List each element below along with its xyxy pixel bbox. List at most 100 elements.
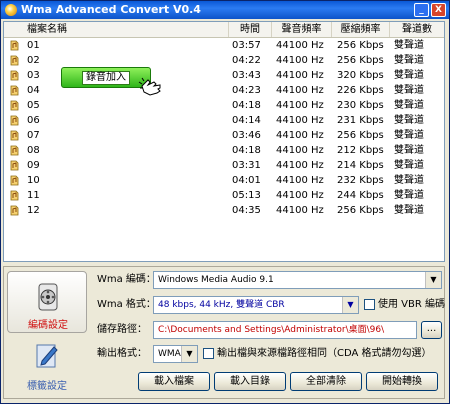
film-icon: [38, 283, 58, 311]
cell-name: 12: [27, 205, 40, 216]
outfmt-select[interactable]: WMA ▼: [153, 345, 198, 363]
cell-bitrate: 226 Kbps: [337, 85, 384, 96]
drag-label-text: 錄音加入: [82, 71, 130, 85]
chevron-down-icon[interactable]: ▼: [342, 297, 358, 313]
cell-bitrate: 244 Kbps: [337, 190, 384, 201]
cell-channels: 雙聲道: [394, 175, 424, 186]
cell-time: 04:22: [232, 55, 261, 66]
file-list[interactable]: 檔案名稱 時間 聲音頻率 壓縮頻率 聲道數 01 03:57 44100 Hz 256…: [3, 21, 445, 262]
cell-bitrate: 232 Kbps: [337, 175, 384, 186]
cell-bitrate: 256 Kbps: [337, 55, 384, 66]
cell-time: 04:01: [232, 175, 261, 186]
format-value: 48 kbps, 44 kHz, 雙聲道 CBR: [158, 300, 285, 310]
table-row[interactable]: 02 04:22 44100 Hz 256 Kbps 雙聲道: [4, 53, 444, 68]
cell-channels: 雙聲道: [394, 190, 424, 201]
cell-channels: 雙聲道: [394, 145, 424, 156]
cell-time: 03:31: [232, 160, 261, 171]
table-row[interactable]: 08 04:18 44100 Hz 212 Kbps 雙聲道: [4, 143, 444, 158]
cell-samplerate: 44100 Hz: [276, 70, 324, 81]
cell-time: 03:43: [232, 70, 261, 81]
table-row[interactable]: 09 03:31 44100 Hz 214 Kbps 雙聲道: [4, 158, 444, 173]
start-convert-button[interactable]: 開始轉換: [366, 372, 438, 391]
cell-name: 07: [27, 130, 40, 141]
add-directory-button[interactable]: 載入目錄: [214, 372, 286, 391]
cell-samplerate: 44100 Hz: [276, 100, 324, 111]
tag-settings-tab[interactable]: 標籤設定: [7, 333, 87, 395]
cell-name: 10: [27, 175, 40, 186]
cell-channels: 雙聲道: [394, 205, 424, 216]
clear-all-button[interactable]: 全部清除: [290, 372, 362, 391]
cell-samplerate: 44100 Hz: [276, 85, 324, 96]
cell-bitrate: 256 Kbps: [337, 130, 384, 141]
cell-name: 06: [27, 115, 40, 126]
cell-bitrate: 231 Kbps: [337, 115, 384, 126]
table-row[interactable]: 01 03:57 44100 Hz 256 Kbps 雙聲道: [4, 38, 444, 53]
list-header: 檔案名稱 時間 聲音頻率 壓縮頻率 聲道數: [4, 22, 444, 38]
path-field[interactable]: C:\Documents and Settings\Administrator\…: [153, 321, 417, 339]
app-icon: [5, 4, 17, 16]
table-row[interactable]: 12 04:35 44100 Hz 256 Kbps 雙聲道: [4, 203, 444, 218]
cell-channels: 雙聲道: [394, 55, 424, 66]
cell-samplerate: 44100 Hz: [276, 55, 324, 66]
cell-name: 04: [27, 85, 40, 96]
path-label: 儲存路徑：: [97, 324, 147, 335]
audio-file-icon: [10, 55, 19, 66]
cell-time: 04:14: [232, 115, 261, 126]
window-title: Wma Advanced Convert V0.4: [21, 3, 201, 16]
cell-bitrate: 230 Kbps: [337, 100, 384, 111]
close-button[interactable]: X: [431, 3, 446, 17]
minimize-button[interactable]: _: [414, 3, 429, 17]
vbr-checkbox[interactable]: [364, 299, 375, 310]
add-file-button[interactable]: 載入檔案: [138, 372, 210, 391]
col-time-header[interactable]: 時間: [229, 22, 272, 37]
table-row[interactable]: 11 05:13 44100 Hz 244 Kbps 雙聲道: [4, 188, 444, 203]
col-channels-header[interactable]: 聲道數: [390, 22, 444, 37]
cell-samplerate: 44100 Hz: [276, 115, 324, 126]
table-row[interactable]: 10 04:01 44100 Hz 232 Kbps 雙聲道: [4, 173, 444, 188]
browse-button[interactable]: ...: [421, 321, 442, 339]
codec-select[interactable]: Windows Media Audio 9.1 ▼: [153, 271, 442, 289]
side-nav: 編碼設定 標籤設定: [7, 271, 87, 395]
cell-samplerate: 44100 Hz: [276, 145, 324, 156]
table-row[interactable]: 05 04:18 44100 Hz 230 Kbps 雙聲道: [4, 98, 444, 113]
cell-name: 02: [27, 55, 40, 66]
vbr-label: 使用 VBR 編碼: [378, 299, 446, 310]
col-samplerate-header[interactable]: 聲音頻率: [272, 22, 332, 37]
format-label: Wma 格式：: [97, 299, 156, 310]
cell-bitrate: 320 Kbps: [337, 70, 384, 81]
audio-file-icon: [10, 40, 19, 51]
cell-channels: 雙聲道: [394, 70, 424, 81]
audio-file-icon: [10, 115, 19, 126]
audio-file-icon: [10, 205, 19, 216]
encode-settings-tab[interactable]: 編碼設定: [7, 271, 87, 333]
cell-samplerate: 44100 Hz: [276, 130, 324, 141]
audio-file-icon: [10, 130, 19, 141]
table-row[interactable]: 07 03:46 44100 Hz 256 Kbps 雙聲道: [4, 128, 444, 143]
chevron-down-icon[interactable]: ▼: [425, 272, 441, 288]
cell-time: 03:46: [232, 130, 261, 141]
cell-bitrate: 256 Kbps: [337, 40, 384, 51]
cell-channels: 雙聲道: [394, 115, 424, 126]
audio-file-icon: [10, 190, 19, 201]
cell-bitrate: 256 Kbps: [337, 205, 384, 216]
cell-samplerate: 44100 Hz: [276, 175, 324, 186]
cell-channels: 雙聲道: [394, 160, 424, 171]
cell-time: 04:35: [232, 205, 261, 216]
cell-bitrate: 212 Kbps: [337, 145, 384, 156]
samepath-checkbox[interactable]: [203, 348, 214, 359]
cell-name: 03: [27, 70, 40, 81]
cell-time: 05:13: [232, 190, 261, 201]
format-select[interactable]: 48 kbps, 44 kHz, 雙聲道 CBR ▼: [153, 296, 359, 314]
audio-file-icon: [10, 175, 19, 186]
cell-samplerate: 44100 Hz: [276, 205, 324, 216]
audio-file-icon: [10, 85, 19, 96]
title-bar[interactable]: Wma Advanced Convert V0.4 _ X: [1, 1, 449, 19]
tag-settings-label: 標籤設定: [27, 381, 67, 392]
cell-channels: 雙聲道: [394, 100, 424, 111]
cell-time: 03:57: [232, 40, 261, 51]
col-name-header[interactable]: 檔案名稱: [4, 22, 229, 37]
col-bitrate-header[interactable]: 壓縮頻率: [332, 22, 390, 37]
chevron-down-icon[interactable]: ▼: [181, 346, 197, 362]
codec-value: Windows Media Audio 9.1: [158, 275, 274, 285]
table-row[interactable]: 06 04:14 44100 Hz 231 Kbps 雙聲道: [4, 113, 444, 128]
